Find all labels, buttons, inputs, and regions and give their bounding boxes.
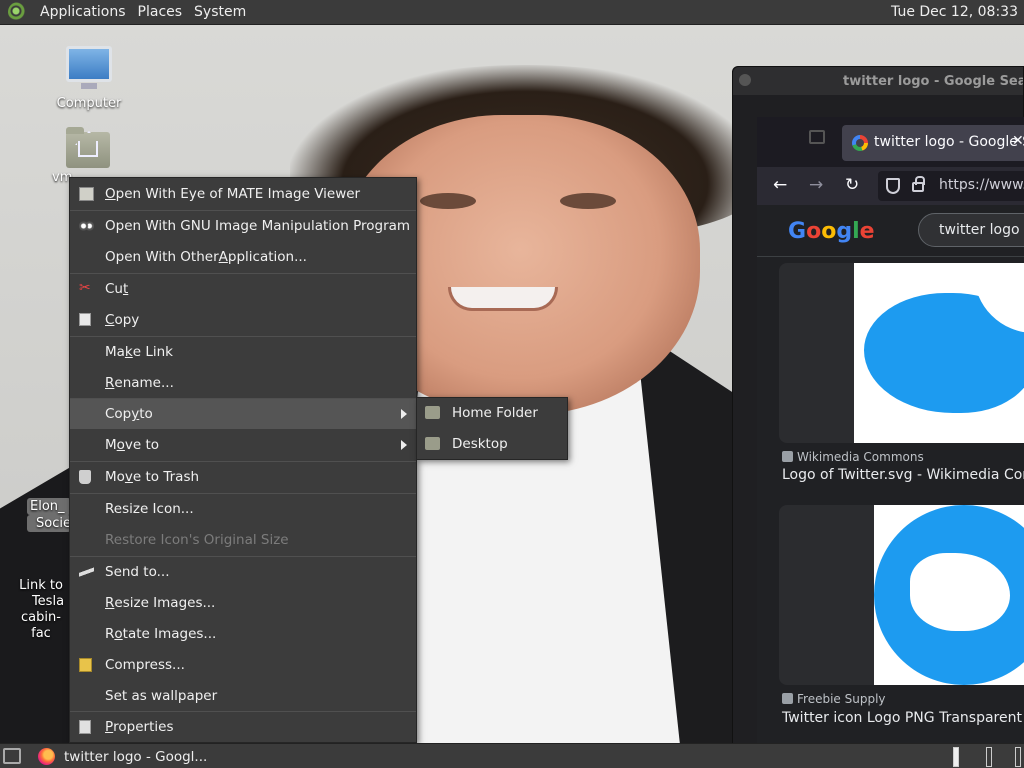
system-menu[interactable]: System bbox=[188, 4, 252, 20]
nav-bar: ← → ↻ https://www. bbox=[757, 167, 1024, 205]
compress-icon bbox=[79, 658, 92, 672]
trash-icon bbox=[79, 470, 91, 484]
desktop-icon-elon-image[interactable]: Elon_ Socie bbox=[27, 498, 71, 532]
menu-item-compress[interactable]: Compress... bbox=[70, 650, 416, 680]
image-viewer-icon bbox=[79, 187, 94, 201]
result-title[interactable]: Logo of Twitter.svg - Wikimedia Comm bbox=[782, 467, 1024, 483]
desktop-folder-icon bbox=[425, 437, 440, 450]
freebie-supply-favicon-icon bbox=[782, 693, 793, 704]
desktop-icon-label: Elon_ bbox=[27, 498, 71, 515]
home-folder-icon bbox=[425, 406, 440, 419]
result-source[interactable]: Freebie Supply bbox=[782, 692, 886, 706]
lock-icon[interactable] bbox=[912, 176, 925, 192]
wallpaper-smile bbox=[448, 287, 558, 311]
clock[interactable]: Tue Dec 12, 08:33 bbox=[891, 4, 1018, 20]
desktop-icon-computer[interactable]: Computer bbox=[49, 46, 129, 112]
desktop-icon-label: Computer bbox=[56, 96, 122, 111]
wallpaper-eye-right bbox=[560, 193, 616, 209]
desktop-icon-label: Socie bbox=[27, 515, 71, 532]
home-folder-icon bbox=[66, 127, 110, 168]
submenu-arrow-icon bbox=[401, 409, 407, 419]
tab-title: twitter logo - Google S bbox=[874, 134, 1024, 150]
menu-item-rotate-images[interactable]: Ro tate Images... bbox=[70, 619, 416, 649]
menu-item-properties[interactable]: Properties bbox=[70, 712, 416, 742]
google-logo[interactable]: Google bbox=[788, 219, 875, 244]
menu-item-rename[interactable]: Rename... bbox=[70, 368, 416, 398]
desktop-icon-label: Tesla bbox=[31, 594, 65, 609]
mate-logo-icon[interactable] bbox=[8, 2, 28, 22]
firefox-icon bbox=[38, 748, 55, 765]
copy-to-submenu: Home Folder Desktop bbox=[416, 397, 568, 460]
back-arrow-icon[interactable]: ← bbox=[773, 175, 787, 195]
tab-bar: twitter logo - Google S ✕ bbox=[757, 117, 1024, 167]
menu-item-move-to[interactable]: Mo ve to bbox=[70, 430, 416, 460]
result-source[interactable]: Wikimedia Commons bbox=[782, 450, 924, 464]
send-icon bbox=[79, 565, 94, 579]
google-favicon-icon bbox=[852, 135, 868, 151]
top-panel: Applications Places System Tue Dec 12, 0… bbox=[0, 0, 1024, 25]
menu-item-open-with-other[interactable]: Open With Other Application... bbox=[70, 242, 416, 272]
tab-google-search[interactable]: twitter logo - Google S ✕ bbox=[842, 125, 1024, 161]
menu-item-cut[interactable]: ✂ Cu t bbox=[70, 274, 416, 304]
result-title[interactable]: Twitter icon Logo PNG Transparent & S bbox=[782, 710, 1024, 726]
window-titlebar[interactable]: twitter logo - Google Search – bbox=[733, 67, 1023, 95]
menu-item-resize-icon[interactable]: Resize Icon... bbox=[70, 494, 416, 524]
forward-arrow-icon[interactable]: → bbox=[809, 175, 823, 195]
shield-icon[interactable] bbox=[886, 178, 900, 194]
menu-item-open-with-gimp[interactable]: Open With GNU Image Manipulation Program bbox=[70, 211, 416, 241]
image-result[interactable] bbox=[779, 505, 1024, 685]
menu-item-make-link[interactable]: Ma k e Link bbox=[70, 337, 416, 367]
image-result[interactable] bbox=[779, 263, 1024, 443]
copy-icon bbox=[79, 313, 91, 326]
workspace-switcher-1[interactable] bbox=[953, 747, 959, 767]
scissors-icon: ✂ bbox=[79, 280, 91, 296]
window-title: twitter logo - Google Search – bbox=[843, 74, 1023, 89]
wallpaper-eye-left bbox=[420, 193, 476, 209]
menu-item-resize-images[interactable]: Resize Images... bbox=[70, 588, 416, 618]
menu-item-restore-icon-size: Restore Icon's Original Size bbox=[105, 532, 289, 548]
submenu-arrow-icon bbox=[401, 440, 407, 450]
workspace-switcher-3[interactable] bbox=[1015, 747, 1021, 767]
desktop-icon-label: cabin-fac bbox=[21, 610, 61, 641]
gimp-icon bbox=[79, 219, 94, 233]
desktop-icon-tesla-link[interactable]: Link to Tesla cabin-fac bbox=[13, 578, 69, 642]
url-text: https://www. bbox=[939, 177, 1024, 193]
computer-icon bbox=[66, 46, 112, 89]
tab-list-icon[interactable] bbox=[809, 130, 825, 144]
google-header: Google twitter logo bbox=[757, 205, 1024, 257]
taskbar-item-firefox[interactable]: twitter logo - Googl... bbox=[34, 745, 207, 768]
workspace-switcher-2[interactable] bbox=[986, 747, 992, 767]
menu-item-move-to-trash[interactable]: Mo v e to Trash bbox=[70, 462, 416, 492]
context-menu: Open With Eye of MATE Image Viewer Open … bbox=[69, 177, 417, 743]
submenu-item-desktop[interactable]: Desktop bbox=[417, 429, 567, 459]
twitter-circle-image[interactable] bbox=[874, 505, 1024, 685]
bottom-panel: twitter logo - Googl... bbox=[0, 743, 1024, 768]
twitter-bird-image[interactable] bbox=[854, 263, 1024, 443]
show-desktop-icon[interactable] bbox=[3, 748, 21, 764]
taskbar-item-label: twitter logo - Googl... bbox=[64, 748, 208, 765]
window-menu-icon[interactable] bbox=[739, 74, 751, 86]
properties-icon bbox=[79, 720, 91, 734]
google-search-input[interactable]: twitter logo bbox=[918, 213, 1024, 247]
close-tab-icon[interactable]: ✕ bbox=[1012, 133, 1024, 149]
places-menu[interactable]: Places bbox=[132, 4, 189, 20]
desktop-icon-label: Link to bbox=[19, 578, 63, 593]
menu-item-send-to[interactable]: Send to... bbox=[70, 557, 416, 587]
menu-item-open-with-eye-of-mate[interactable]: Open With Eye of MATE Image Viewer bbox=[70, 179, 416, 209]
applications-menu[interactable]: Applications bbox=[34, 4, 132, 20]
menu-item-copy[interactable]: Copy bbox=[70, 305, 416, 335]
submenu-item-home-folder[interactable]: Home Folder bbox=[417, 398, 567, 428]
reload-icon[interactable]: ↻ bbox=[845, 175, 859, 195]
menu-item-set-as-wallpaper[interactable]: Set as wallpaper bbox=[70, 681, 416, 711]
firefox-window[interactable]: twitter logo - Google S ✕ ← → ↻ https://… bbox=[757, 117, 1024, 745]
image-results: Wikimedia Commons Logo of Twitter.svg - … bbox=[757, 257, 1024, 745]
wikimedia-favicon-icon bbox=[782, 451, 793, 462]
menu-item-copy-to[interactable]: Cop y to bbox=[70, 399, 416, 429]
url-bar[interactable]: https://www. bbox=[878, 171, 1024, 201]
